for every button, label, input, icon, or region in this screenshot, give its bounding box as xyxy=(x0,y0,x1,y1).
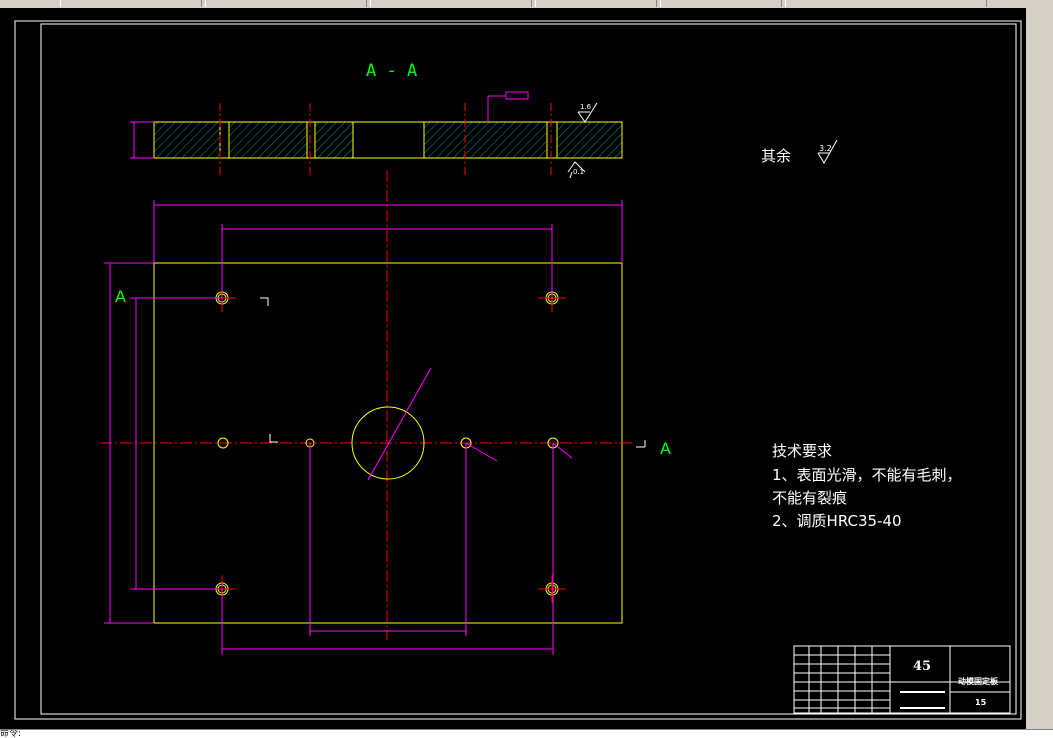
tech-requirements: 技术要求 1、表面光滑，不能有毛刺， 不能有裂痕 2、调质HRC35-40 xyxy=(772,442,962,530)
section-title: A - A xyxy=(366,61,417,81)
title-block-part-name: 动模固定板 xyxy=(958,676,999,686)
cad-drawing: A - A 1.6 0.1 其余 3.2 A A 技术要求 1、表面光滑，不能有… xyxy=(14,20,1022,720)
title-block-number: 15 xyxy=(975,698,987,707)
toolbar-tab-3[interactable] xyxy=(370,0,532,7)
tech-req-line3: 2、调质HRC35-40 xyxy=(772,512,902,530)
tech-req-line1: 1、表面光滑，不能有毛刺， xyxy=(772,466,962,484)
section-view xyxy=(130,91,623,176)
roughness-symbol-top: 1.6 xyxy=(577,102,598,123)
tech-req-line2: 不能有裂痕 xyxy=(772,489,847,507)
roughness-symbol-bottom: 0.1 xyxy=(567,161,586,179)
svg-text:1.6: 1.6 xyxy=(580,103,592,111)
section-marker-left: A xyxy=(115,287,126,306)
drawing-canvas[interactable]: A - A 1.6 0.1 其余 3.2 A A 技术要求 1、表面光滑，不能有… xyxy=(0,8,1026,729)
plan-view xyxy=(100,170,646,655)
toolbar-tab-5[interactable] xyxy=(660,0,782,7)
toolbar-tab-1[interactable] xyxy=(60,0,202,7)
toolbar-tab-4[interactable] xyxy=(535,0,657,7)
title-block: 45 动模固定板 15 xyxy=(793,645,1011,714)
title-block-material: 45 xyxy=(913,659,931,674)
tech-req-title: 技术要求 xyxy=(772,442,832,460)
toolbar-tab-6[interactable] xyxy=(785,0,987,7)
toolbar-tab-2[interactable] xyxy=(205,0,367,7)
vertical-scrollbar[interactable] xyxy=(1026,8,1053,729)
roughness-symbol-main: 3.2 xyxy=(817,139,838,164)
corner-hole-br xyxy=(538,575,566,603)
svg-text:3.2: 3.2 xyxy=(819,144,832,153)
svg-text:0.1: 0.1 xyxy=(573,168,584,176)
section-marker-right: A xyxy=(660,439,671,458)
surface-note: 其余 xyxy=(761,147,791,165)
